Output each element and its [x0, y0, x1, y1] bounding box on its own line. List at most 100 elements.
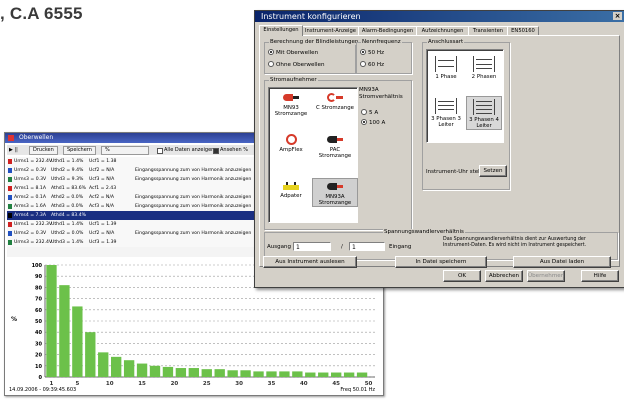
table-cell-c3: Ucf3 = N/A — [89, 177, 115, 182]
table-cell-c1: Urms2 = 0.3V — [14, 231, 47, 236]
bar — [343, 372, 355, 377]
calc-without-label: Ohne Oberwellen — [276, 62, 325, 68]
sensor-c-label: C Stromzange — [316, 105, 354, 111]
calc-group: Berechnung der Blindleistungen Mit Oberw… — [264, 39, 360, 74]
tab-einstellungen[interactable]: Einstellungen — [259, 25, 303, 36]
conn-3phase-4wire[interactable]: 3 Phasen 4 Leiter — [466, 96, 502, 130]
sensor-ampflex[interactable]: AmpFlex — [269, 134, 313, 153]
bar — [72, 306, 83, 377]
ratio-5a-label: 5 A — [369, 110, 379, 116]
bar — [85, 332, 96, 377]
table-cell-c3: Acf3 = N/A — [89, 204, 115, 209]
table-cell-c2: Uthd2 = 9.4% — [51, 168, 84, 173]
freq-50-radio[interactable]: 50 Hz — [360, 49, 384, 57]
y-tick-label: 70 — [35, 297, 42, 303]
apply-button[interactable]: Übernehmen — [527, 270, 565, 282]
show-s-checkbox[interactable] — [213, 148, 219, 154]
color-swatch — [8, 186, 12, 191]
radio-dot-icon — [361, 109, 367, 115]
table-cell-c3: Ucf1 = 1.39 — [89, 222, 117, 227]
sensor-adapter[interactable]: Adpater — [269, 180, 313, 199]
freq-60-radio[interactable]: 60 Hz — [360, 61, 384, 69]
ratio-100a-radio[interactable]: 100 A — [361, 119, 385, 127]
table-cell-c2: Uthd3 = 9.3% — [51, 177, 84, 182]
table-cell-note: Eingangsspannung zum von Harmonik anzuze… — [135, 204, 252, 209]
conn-3phase-3wire[interactable]: 3 Phasen 3 Leiter — [429, 98, 463, 128]
table-cell-c1: Arms3 = 1.6A — [14, 204, 46, 209]
output-label: Ausgang — [267, 244, 291, 250]
table-cell-c1: Urms3 = 232.4V — [14, 240, 53, 245]
sensor-pac-label: PAC Stromzange — [318, 147, 352, 159]
table-cell-c1: Arms2 = 0.1A — [14, 195, 46, 200]
wiring-icon — [435, 98, 457, 114]
bar — [162, 366, 174, 377]
tab-transienten[interactable]: Transienten — [468, 26, 508, 35]
tab-aufzeichnungen[interactable]: Aufzeichnungen — [416, 26, 469, 35]
radio-dot-icon — [360, 61, 366, 67]
adapter-icon — [283, 180, 299, 191]
color-swatch — [8, 213, 12, 218]
load-file-button[interactable]: Aus Datei laden — [513, 256, 611, 268]
sensor-mn93-label: MN93 Stromzange — [274, 105, 308, 117]
calc-without-radio[interactable]: Ohne Oberwellen — [268, 61, 325, 69]
table-cell-c2: Uthd3 = 1.4% — [51, 240, 84, 245]
bar — [149, 365, 161, 377]
y-axis-label: % — [11, 316, 17, 323]
color-swatch — [8, 168, 12, 173]
conn-1phase-label: 1 Phase — [435, 74, 457, 80]
y-tick-label: 0 — [39, 375, 43, 381]
table-cell-c2: Uthd1 = 1.4% — [51, 159, 84, 164]
pause-icon[interactable]: ▶ || — [9, 145, 18, 155]
sensor-pac[interactable]: PAC Stromzange — [313, 134, 357, 159]
help-button[interactable]: Hilfe — [581, 270, 619, 282]
bar — [46, 265, 57, 377]
ok-button[interactable]: OK — [443, 270, 481, 282]
table-cell-c1: Urms1 = 232.3V — [14, 222, 53, 227]
cancel-button[interactable]: Abbrechen — [485, 270, 523, 282]
unit-select[interactable]: % — [101, 146, 149, 155]
set-clock-button[interactable]: Setzen — [479, 165, 507, 177]
tab-instrument-anzeige[interactable]: Instrument-Anzeige — [302, 26, 359, 35]
show-all-checkbox[interactable] — [157, 148, 163, 154]
sensor-c[interactable]: C Stromzange — [313, 92, 357, 111]
save-button[interactable]: Speichern — [63, 146, 96, 155]
color-swatch — [8, 195, 12, 200]
color-swatch — [8, 231, 12, 236]
status-right: Freq 50.01 Hz — [340, 387, 375, 393]
conn-1phase[interactable]: 1 Phase — [429, 56, 463, 80]
bar — [279, 371, 290, 377]
clamp-icon — [327, 92, 343, 103]
tab-alarm-bedingungen[interactable]: Alarm-Bedingungen — [358, 26, 417, 35]
ratio-slash: / — [341, 244, 343, 250]
tab-en50160[interactable]: EN50160 — [507, 26, 539, 35]
dialog-title: Instrument konfigurieren — [261, 12, 361, 21]
x-tick-label: 10 — [106, 381, 114, 387]
radio-dot-icon — [360, 49, 366, 55]
x-tick-label: 15 — [138, 381, 146, 387]
table-cell-c3: Ucf1 = 1.38 — [89, 159, 117, 164]
input-field[interactable]: 1 — [349, 242, 385, 251]
table-cell-c1: Urms2 = 0.3V — [14, 168, 47, 173]
bar — [253, 371, 264, 377]
print-button[interactable]: Drucken — [29, 146, 58, 155]
dialog-titlebar[interactable]: Instrument konfigurieren × — [255, 11, 624, 22]
freq-50-label: 50 Hz — [368, 50, 385, 56]
save-file-button[interactable]: In Datei speichern — [395, 256, 487, 268]
conn-2phase[interactable]: 2 Phasen — [467, 56, 501, 80]
table-cell-c1: Urms1 = 232.4V — [14, 159, 53, 164]
freq-60-label: 60 Hz — [368, 62, 385, 68]
bar — [59, 285, 70, 377]
close-icon[interactable]: × — [613, 12, 622, 20]
color-swatch — [8, 177, 12, 182]
sensor-mn93[interactable]: MN93 Stromzange — [269, 92, 313, 117]
y-tick-label: 90 — [35, 274, 42, 280]
read-instrument-button[interactable]: Aus Instrument auslesen — [263, 256, 357, 268]
ratio-5a-radio[interactable]: 5 A — [361, 109, 378, 117]
frequency-group: Nennfrequenz 50 Hz 60 Hz — [356, 39, 412, 74]
wiring-icon — [473, 56, 495, 72]
x-tick-label: 20 — [171, 381, 179, 387]
sensor-mn93a[interactable]: MN93A Stromzange — [312, 178, 358, 207]
calc-with-radio[interactable]: Mit Oberwellen — [268, 49, 318, 57]
y-tick-label: 50 — [35, 319, 42, 325]
output-field[interactable]: 1 — [293, 242, 331, 251]
